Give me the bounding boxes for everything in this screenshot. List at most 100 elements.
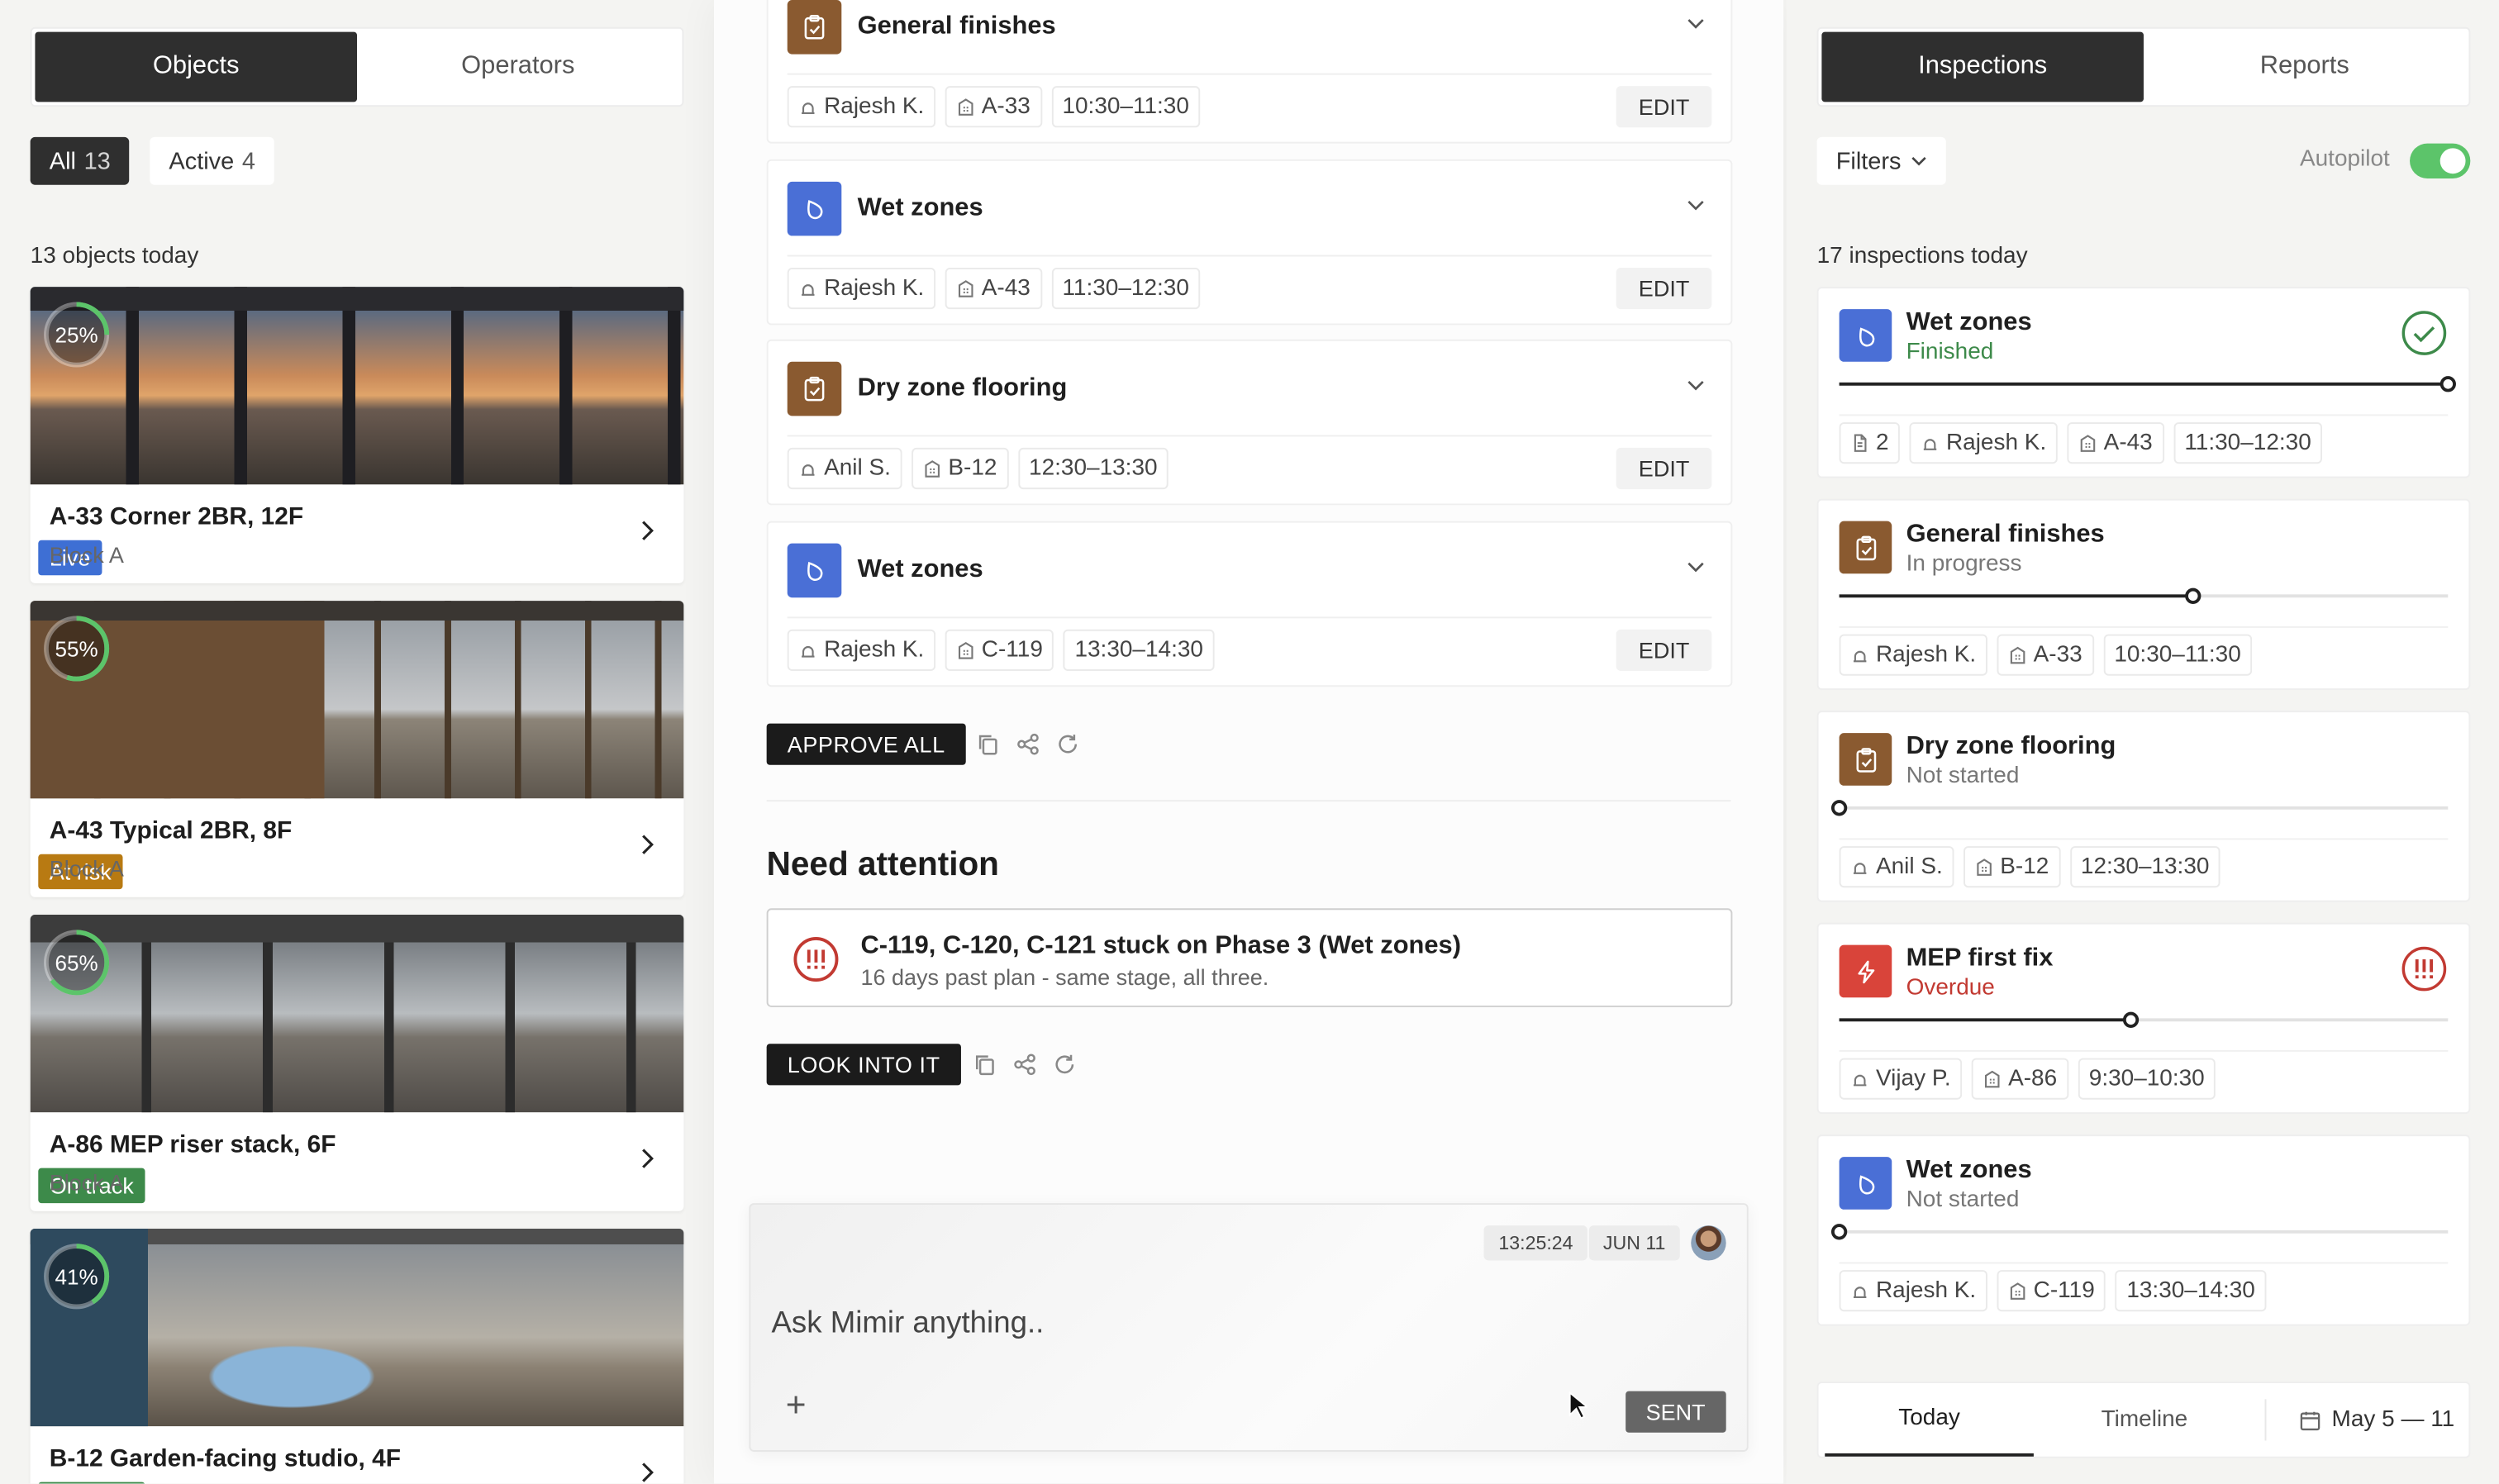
operator-pill-text: Vijay P.	[1875, 1066, 1951, 1092]
tab-reports[interactable]: Reports	[2144, 32, 2466, 102]
refresh-icon[interactable]	[1055, 731, 1081, 757]
time-pill: 12:30–13:30	[2069, 846, 2221, 888]
edit-button[interactable]: EDIT	[1616, 86, 1712, 128]
inspections-panel: Inspections Reports Filters Autopilot 17…	[1786, 0, 2499, 1484]
progress-ring: 55%	[41, 614, 112, 684]
droplet-icon	[787, 180, 842, 235]
progress-track	[1839, 587, 2449, 604]
progress-ring: 41%	[41, 1241, 112, 1311]
chevron-down-icon[interactable]	[1686, 560, 1705, 573]
progress-handle[interactable]	[1830, 1224, 1848, 1240]
copy-icon[interactable]	[972, 1052, 997, 1077]
clipboard-icon	[787, 0, 842, 55]
chevron-right-icon[interactable]	[640, 520, 654, 542]
date-range-picker[interactable]: May 5 — 11	[2300, 1383, 2454, 1457]
edit-button[interactable]: EDIT	[1616, 267, 1712, 309]
object-card[interactable]: 25% Live A-33 Corner 2BR, 12F Block A	[30, 287, 684, 583]
autopilot-toggle[interactable]	[2410, 143, 2471, 179]
operator-pill-text: Rajesh K.	[824, 636, 925, 663]
object-photo	[30, 601, 684, 799]
object-title: B-12 Garden-facing studio, 4F	[49, 1445, 402, 1473]
task-card[interactable]: General finishes Rajesh K. A-33 10:30–11:30…	[766, 0, 1733, 144]
progress-handle[interactable]	[2184, 587, 2201, 604]
time-pill: 13:30–14:30	[1063, 628, 1215, 670]
object-title: A-33 Corner 2BR, 12F	[49, 503, 304, 531]
add-attachment-button[interactable]: +	[786, 1385, 807, 1426]
inspection-title: Wet zones	[1906, 309, 2032, 336]
time-pill: 11:30–12:30	[1050, 267, 1201, 309]
share-icon[interactable]	[1016, 731, 1041, 757]
tab-objects[interactable]: Objects	[35, 31, 358, 102]
inspection-meta: Rajesh K. C-119 13:30–14:30	[1839, 1270, 2267, 1312]
inspection-card[interactable]: Wet zones Finished 2 Rajesh K. A-43 11:30–12:…	[1816, 287, 2471, 478]
task-meta: Rajesh K. A-43 11:30–12:30	[787, 267, 1201, 309]
droplet-icon	[787, 542, 842, 597]
operator-icon	[1853, 863, 1867, 874]
unit-pill: B-12	[1963, 846, 2060, 888]
object-card[interactable]: 41% On track B-12 Garden-facing studio, 4F	[30, 1228, 684, 1484]
app-root: Objects Operators All 13 Active 4 13 obj…	[0, 0, 2499, 1484]
time-pill-text: 12:30–13:30	[2080, 854, 2210, 880]
look-into-it-button[interactable]: LOOK INTO IT	[766, 1044, 961, 1086]
object-card[interactable]: 55% At risk A-43 Typical 2BR, 8F Block A	[30, 601, 684, 897]
time-pill-text: 12:30–13:30	[1029, 455, 1158, 482]
filter-active[interactable]: Active 4	[150, 136, 275, 185]
unit-icon	[958, 98, 973, 116]
task-card[interactable]: Wet zones Rajesh K. C-119 13:30–14:30 EDIT	[766, 520, 1733, 687]
inspection-card[interactable]: MEP first fix Overdue Vijay P. A-86 9:30–10:…	[1816, 922, 2471, 1115]
object-card[interactable]: 65% On track A-86 MEP riser stack, 6F Block…	[30, 915, 684, 1211]
send-button[interactable]: SENT	[1625, 1391, 1726, 1433]
filter-all-label: All	[49, 147, 76, 175]
avatar[interactable]	[1691, 1225, 1726, 1261]
approve-all-button[interactable]: APPROVE ALL	[766, 723, 966, 765]
chevron-down-icon[interactable]	[1686, 198, 1705, 211]
task-card[interactable]: Dry zone flooring Anil S. B-12 12:30–13:30 E…	[766, 339, 1733, 506]
copy-icon[interactable]	[975, 731, 1001, 757]
task-card[interactable]: Wet zones Rajesh K. A-43 11:30–12:30 EDIT	[766, 158, 1733, 325]
operator-pill-text: Rajesh K.	[1875, 642, 1977, 668]
refresh-icon[interactable]	[1052, 1052, 1078, 1077]
progress-handle[interactable]	[2440, 376, 2456, 392]
calendar-icon	[2300, 1410, 2320, 1430]
unit-pill: A-33	[945, 86, 1042, 128]
progress-fill	[1839, 382, 2449, 386]
objects-tabs: Objects Operators	[30, 26, 684, 107]
inspection-meta: Rajesh K. A-33 10:30–11:30	[1839, 634, 2253, 676]
chat-input[interactable]: Ask Mimir anything..	[771, 1306, 1044, 1341]
divider	[787, 73, 1712, 75]
chevron-down-icon[interactable]	[1686, 17, 1705, 30]
tab-timeline[interactable]: Timeline	[2040, 1383, 2249, 1457]
clipboard-icon	[1839, 521, 1892, 574]
inspection-card[interactable]: Dry zone flooring Not started Anil S. B-12 1…	[1816, 711, 2471, 902]
chevron-down-icon[interactable]	[1686, 379, 1705, 392]
share-icon[interactable]	[1012, 1052, 1038, 1077]
operator-pill: Rajesh K.	[1839, 1270, 1987, 1312]
time-pill: 9:30–10:30	[2078, 1058, 2216, 1100]
task-title: Wet zones	[857, 193, 983, 221]
chevron-right-icon[interactable]	[640, 1462, 654, 1484]
alert-circle-icon	[2401, 946, 2447, 992]
progress-handle[interactable]	[1830, 800, 1848, 816]
inspection-status: Finished	[1906, 339, 1994, 365]
inspection-meta: Anil S. B-12 12:30–13:30	[1839, 846, 2221, 888]
unit-icon	[958, 279, 973, 297]
filter-all[interactable]: All 13	[30, 136, 130, 185]
chevron-right-icon[interactable]	[640, 1148, 654, 1170]
inspection-card[interactable]: General finishes In progress Rajesh K. A-33…	[1816, 498, 2471, 691]
task-title: General finishes	[857, 12, 1056, 40]
tab-today[interactable]: Today	[1825, 1383, 2034, 1457]
progress-track	[1839, 376, 2456, 392]
unit-icon	[958, 640, 973, 659]
tab-operators[interactable]: Operators	[357, 32, 679, 102]
task-meta: Rajesh K. A-33 10:30–11:30	[787, 86, 1201, 128]
chevron-right-icon[interactable]	[640, 834, 654, 856]
edit-button[interactable]: EDIT	[1616, 628, 1712, 670]
filters-dropdown[interactable]: Filters	[1816, 136, 1946, 185]
attention-alert[interactable]: C-119, C-120, C-121 stuck on Phase 3 (We…	[766, 908, 1733, 1007]
operator-icon	[1923, 439, 1937, 450]
tab-inspections[interactable]: Inspections	[1821, 31, 2144, 102]
status-badge: On track	[38, 1482, 145, 1484]
progress-handle[interactable]	[2123, 1011, 2140, 1028]
inspection-card[interactable]: Wet zones Not started Rajesh K. C-119 13:30–…	[1816, 1134, 2471, 1326]
edit-button[interactable]: EDIT	[1616, 447, 1712, 490]
